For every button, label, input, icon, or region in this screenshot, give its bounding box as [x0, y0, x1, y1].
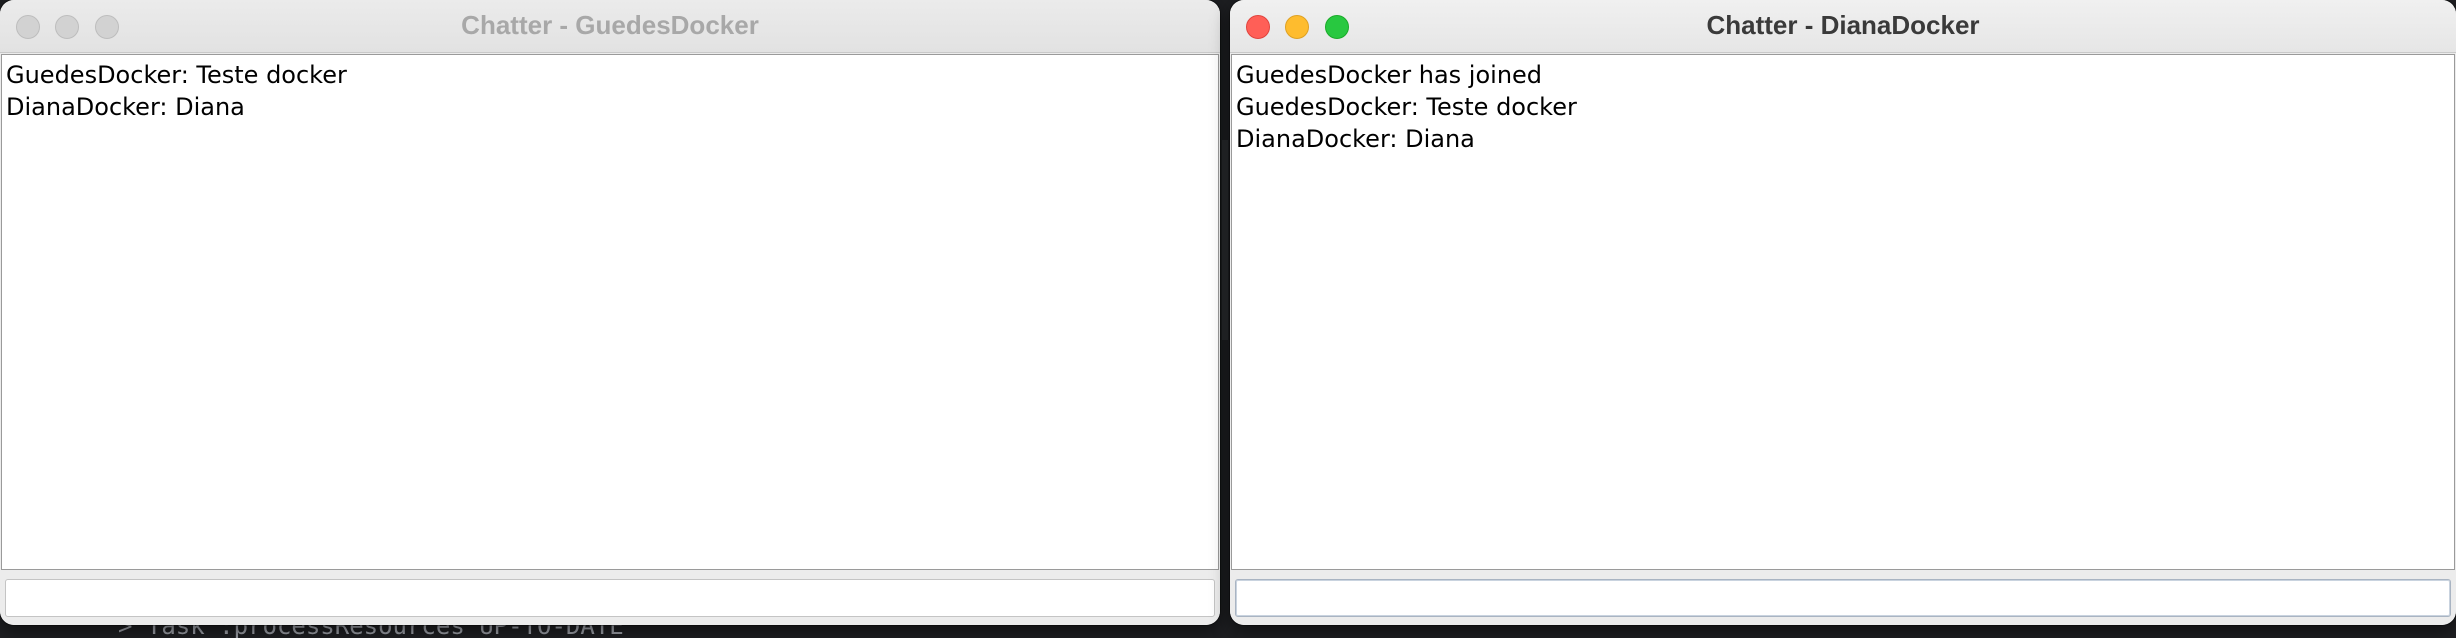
chat-message: GuedesDocker: Teste docker	[1236, 93, 1577, 121]
message-input[interactable]	[1235, 579, 2451, 617]
message-input[interactable]	[5, 579, 1215, 617]
chat-history[interactable]: GuedesDocker: Teste docker DianaDocker: …	[1, 54, 1219, 570]
chat-history[interactable]: GuedesDocker has joined GuedesDocker: Te…	[1231, 54, 2455, 570]
window-title: Chatter - DianaDocker	[1706, 10, 1980, 40]
chat-message: DianaDocker: Diana	[1236, 125, 1475, 153]
message-input-bar	[1230, 572, 2456, 625]
window-titlebar[interactable]: Chatter - DianaDocker	[1230, 0, 2456, 53]
chat-message: GuedesDocker has joined	[1236, 61, 1543, 89]
window-titlebar[interactable]: Chatter - GuedesDocker	[0, 0, 1220, 53]
editor-gutter	[1222, 140, 1228, 340]
chat-message: GuedesDocker: Teste docker	[6, 61, 347, 89]
message-input-bar	[0, 572, 1220, 625]
chat-window-dianadocker: Chatter - DianaDocker GuedesDocker has j…	[1230, 0, 2456, 625]
window-title: Chatter - GuedesDocker	[461, 10, 759, 40]
chat-window-guedesdocker: Chatter - GuedesDocker GuedesDocker: Tes…	[0, 0, 1220, 625]
chat-message: DianaDocker: Diana	[6, 93, 245, 121]
